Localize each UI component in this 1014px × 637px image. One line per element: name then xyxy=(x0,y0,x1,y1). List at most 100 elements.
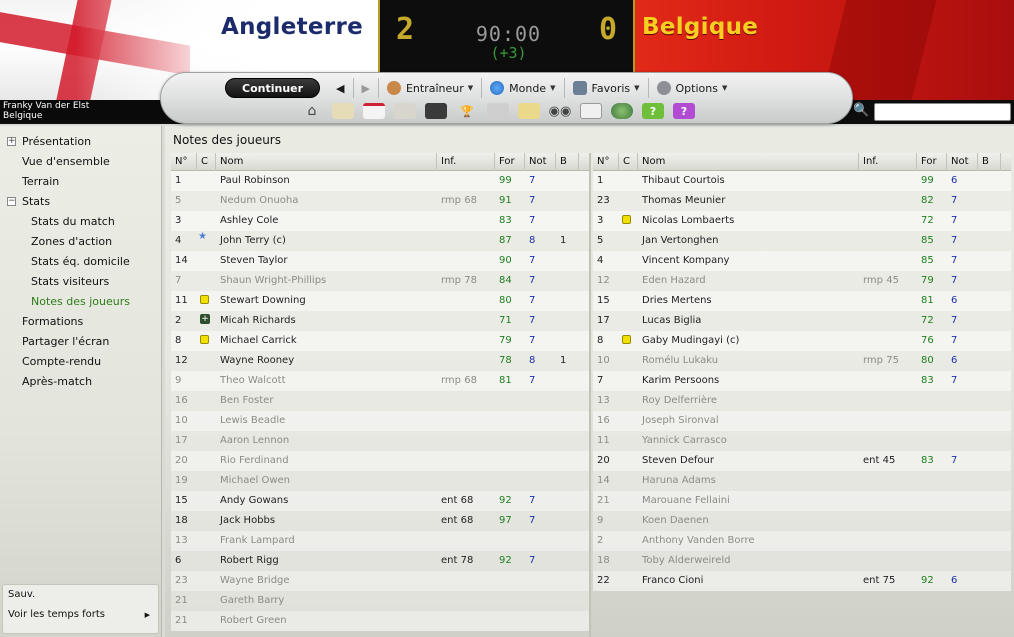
col-name[interactable]: Nom xyxy=(216,152,437,171)
globe-icon[interactable] xyxy=(611,103,633,119)
player-name[interactable]: Robert Green xyxy=(216,611,437,631)
newspaper-icon[interactable] xyxy=(580,103,602,119)
player-name[interactable]: Koen Daenen xyxy=(638,511,859,531)
continue-button[interactable]: Continuer xyxy=(225,78,321,98)
table-row[interactable]: 21 Marouane Fellaini xyxy=(593,491,1011,511)
table-row[interactable]: 18 Toby Alderweireld xyxy=(593,551,1011,571)
player-name[interactable]: Lucas Biglia xyxy=(638,311,859,331)
col-c[interactable]: C xyxy=(197,152,216,171)
table-row[interactable]: 15 Andy Gowans ent 68 92 7 xyxy=(171,491,589,511)
table-row[interactable]: 16 Joseph Sironval xyxy=(593,411,1011,431)
player-name[interactable]: Haruna Adams xyxy=(638,471,859,491)
back-arrow-icon[interactable]: ◀ xyxy=(328,78,352,98)
player-name[interactable]: Ashley Cole xyxy=(216,211,437,231)
player-name[interactable]: Michael Carrick xyxy=(216,331,437,351)
player-name[interactable]: Steven Taylor xyxy=(216,251,437,271)
sidebar-item-overview[interactable]: Vue d'ensemble xyxy=(0,152,161,172)
table-row[interactable]: 11 Stewart Downing 80 7 xyxy=(171,291,589,311)
table-row[interactable]: 14 Steven Taylor 90 7 xyxy=(171,251,589,271)
player-name[interactable]: Thibaut Courtois xyxy=(638,171,859,191)
forward-arrow-icon[interactable]: ▶ xyxy=(352,78,378,98)
player-name[interactable]: Nedum Onuoha xyxy=(216,191,437,211)
player-name[interactable]: Romélu Lukaku xyxy=(638,351,859,371)
player-name[interactable]: Karim Persoons xyxy=(638,371,859,391)
table-row[interactable]: 2 + Micah Richards 71 7 xyxy=(171,311,589,331)
sidebar-item-split-screen[interactable]: Partager l'écran xyxy=(0,332,161,352)
collapse-icon[interactable]: − xyxy=(7,197,16,206)
col-not[interactable]: Not xyxy=(947,152,978,171)
player-name[interactable]: Steven Defour xyxy=(638,451,859,471)
manager-info[interactable]: Franky Van der Elst Belgique xyxy=(0,100,175,122)
table-row[interactable]: 16 Ben Foster xyxy=(171,391,589,411)
player-name[interactable]: Anthony Vanden Borre xyxy=(638,531,859,551)
table-row[interactable]: 5 Jan Vertonghen 85 7 xyxy=(593,231,1011,251)
table-row[interactable]: 8 Michael Carrick 79 7 xyxy=(171,331,589,351)
table-row[interactable]: 12 Wayne Rooney 78 8 1 xyxy=(171,351,589,371)
table-row[interactable]: 2 Anthony Vanden Borre xyxy=(593,531,1011,551)
player-name[interactable]: Micah Richards xyxy=(216,311,437,331)
player-name[interactable]: Ben Foster xyxy=(216,391,437,411)
save-button[interactable]: Sauv. xyxy=(3,585,158,605)
highlights-dropdown[interactable]: Voir les temps forts ▶ xyxy=(3,605,158,625)
col-c[interactable]: C xyxy=(619,152,638,171)
sidebar-item-pitch[interactable]: Terrain xyxy=(0,172,161,192)
table-row[interactable]: 4 Vincent Kompany 85 7 xyxy=(593,251,1011,271)
player-name[interactable]: Vincent Kompany xyxy=(638,251,859,271)
col-b[interactable]: B xyxy=(978,152,1001,171)
table-row[interactable]: 9 Theo Walcott rmp 68 81 7 xyxy=(171,371,589,391)
player-name[interactable]: Jack Hobbs xyxy=(216,511,437,531)
player-name[interactable]: Nicolas Lombaerts xyxy=(638,211,859,231)
inbox-icon[interactable] xyxy=(332,103,354,119)
col-for[interactable]: For xyxy=(495,152,525,171)
table-row[interactable]: 1 Paul Robinson 99 7 xyxy=(171,171,589,191)
help-purple-icon[interactable]: ? xyxy=(673,103,695,119)
sidebar-item-report[interactable]: Compte-rendu xyxy=(0,352,161,372)
menu-world[interactable]: Monde ▼ xyxy=(481,78,563,98)
table-row[interactable]: 3 Ashley Cole 83 7 xyxy=(171,211,589,231)
help-icon[interactable]: ? xyxy=(642,103,664,119)
player-name[interactable]: Rio Ferdinand xyxy=(216,451,437,471)
player-name[interactable]: John Terry (c) xyxy=(216,231,437,251)
binoculars-icon[interactable]: ◉◉ xyxy=(549,103,572,119)
player-name[interactable]: Theo Walcott xyxy=(216,371,437,391)
player-name[interactable]: Gareth Barry xyxy=(216,591,437,611)
player-name[interactable]: Stewart Downing xyxy=(216,291,437,311)
table-row[interactable]: 14 Haruna Adams xyxy=(593,471,1011,491)
table-row[interactable]: 1 Thibaut Courtois 99 6 xyxy=(593,171,1011,191)
tactics-icon[interactable] xyxy=(425,103,447,119)
table-row[interactable]: 20 Rio Ferdinand xyxy=(171,451,589,471)
table-row[interactable]: 7 Shaun Wright-Phillips rmp 78 84 7 xyxy=(171,271,589,291)
table-row[interactable]: 12 Eden Hazard rmp 45 79 7 xyxy=(593,271,1011,291)
table-row[interactable]: 20 Steven Defour ent 45 83 7 xyxy=(593,451,1011,471)
player-name[interactable]: Jan Vertonghen xyxy=(638,231,859,251)
player-name[interactable]: Dries Mertens xyxy=(638,291,859,311)
sidebar-item-match-stats[interactable]: Stats du match xyxy=(0,212,161,232)
table-row[interactable]: 11 Yannick Carrasco xyxy=(593,431,1011,451)
home-icon[interactable]: ⌂ xyxy=(301,103,323,119)
table-row[interactable]: 13 Roy Delferrière xyxy=(593,391,1011,411)
table-row[interactable]: 21 Gareth Barry xyxy=(171,591,589,611)
player-name[interactable]: Robert Rigg xyxy=(216,551,437,571)
sidebar-item-formations[interactable]: Formations xyxy=(0,312,161,332)
player-name[interactable]: Marouane Fellaini xyxy=(638,491,859,511)
table-row[interactable]: 19 Michael Owen xyxy=(171,471,589,491)
table-row[interactable]: 10 Romélu Lukaku rmp 75 80 6 xyxy=(593,351,1011,371)
col-num[interactable]: N° xyxy=(171,152,197,171)
table-row[interactable]: 21 Robert Green xyxy=(171,611,589,631)
col-not[interactable]: Not xyxy=(525,152,556,171)
sidebar-item-home-stats[interactable]: Stats éq. domicile xyxy=(0,252,161,272)
sidebar-item-stats[interactable]: − Stats xyxy=(0,192,161,212)
player-name[interactable]: Lewis Beadle xyxy=(216,411,437,431)
player-name[interactable]: Michael Owen xyxy=(216,471,437,491)
sidebar-item-away-stats[interactable]: Stats visiteurs xyxy=(0,272,161,292)
search-icon[interactable]: 🔍 xyxy=(853,103,869,119)
player-name[interactable]: Thomas Meunier xyxy=(638,191,859,211)
player-name[interactable]: Andy Gowans xyxy=(216,491,437,511)
col-for[interactable]: For xyxy=(917,152,947,171)
table-row[interactable]: 23 Thomas Meunier 82 7 xyxy=(593,191,1011,211)
col-inf[interactable]: Inf. xyxy=(437,152,495,171)
table-row[interactable]: 17 Aaron Lennon xyxy=(171,431,589,451)
player-name[interactable]: Wayne Bridge xyxy=(216,571,437,591)
table-row[interactable]: 6 Robert Rigg ent 78 92 7 xyxy=(171,551,589,571)
sidebar-item-presentation[interactable]: + Présentation xyxy=(0,132,161,152)
